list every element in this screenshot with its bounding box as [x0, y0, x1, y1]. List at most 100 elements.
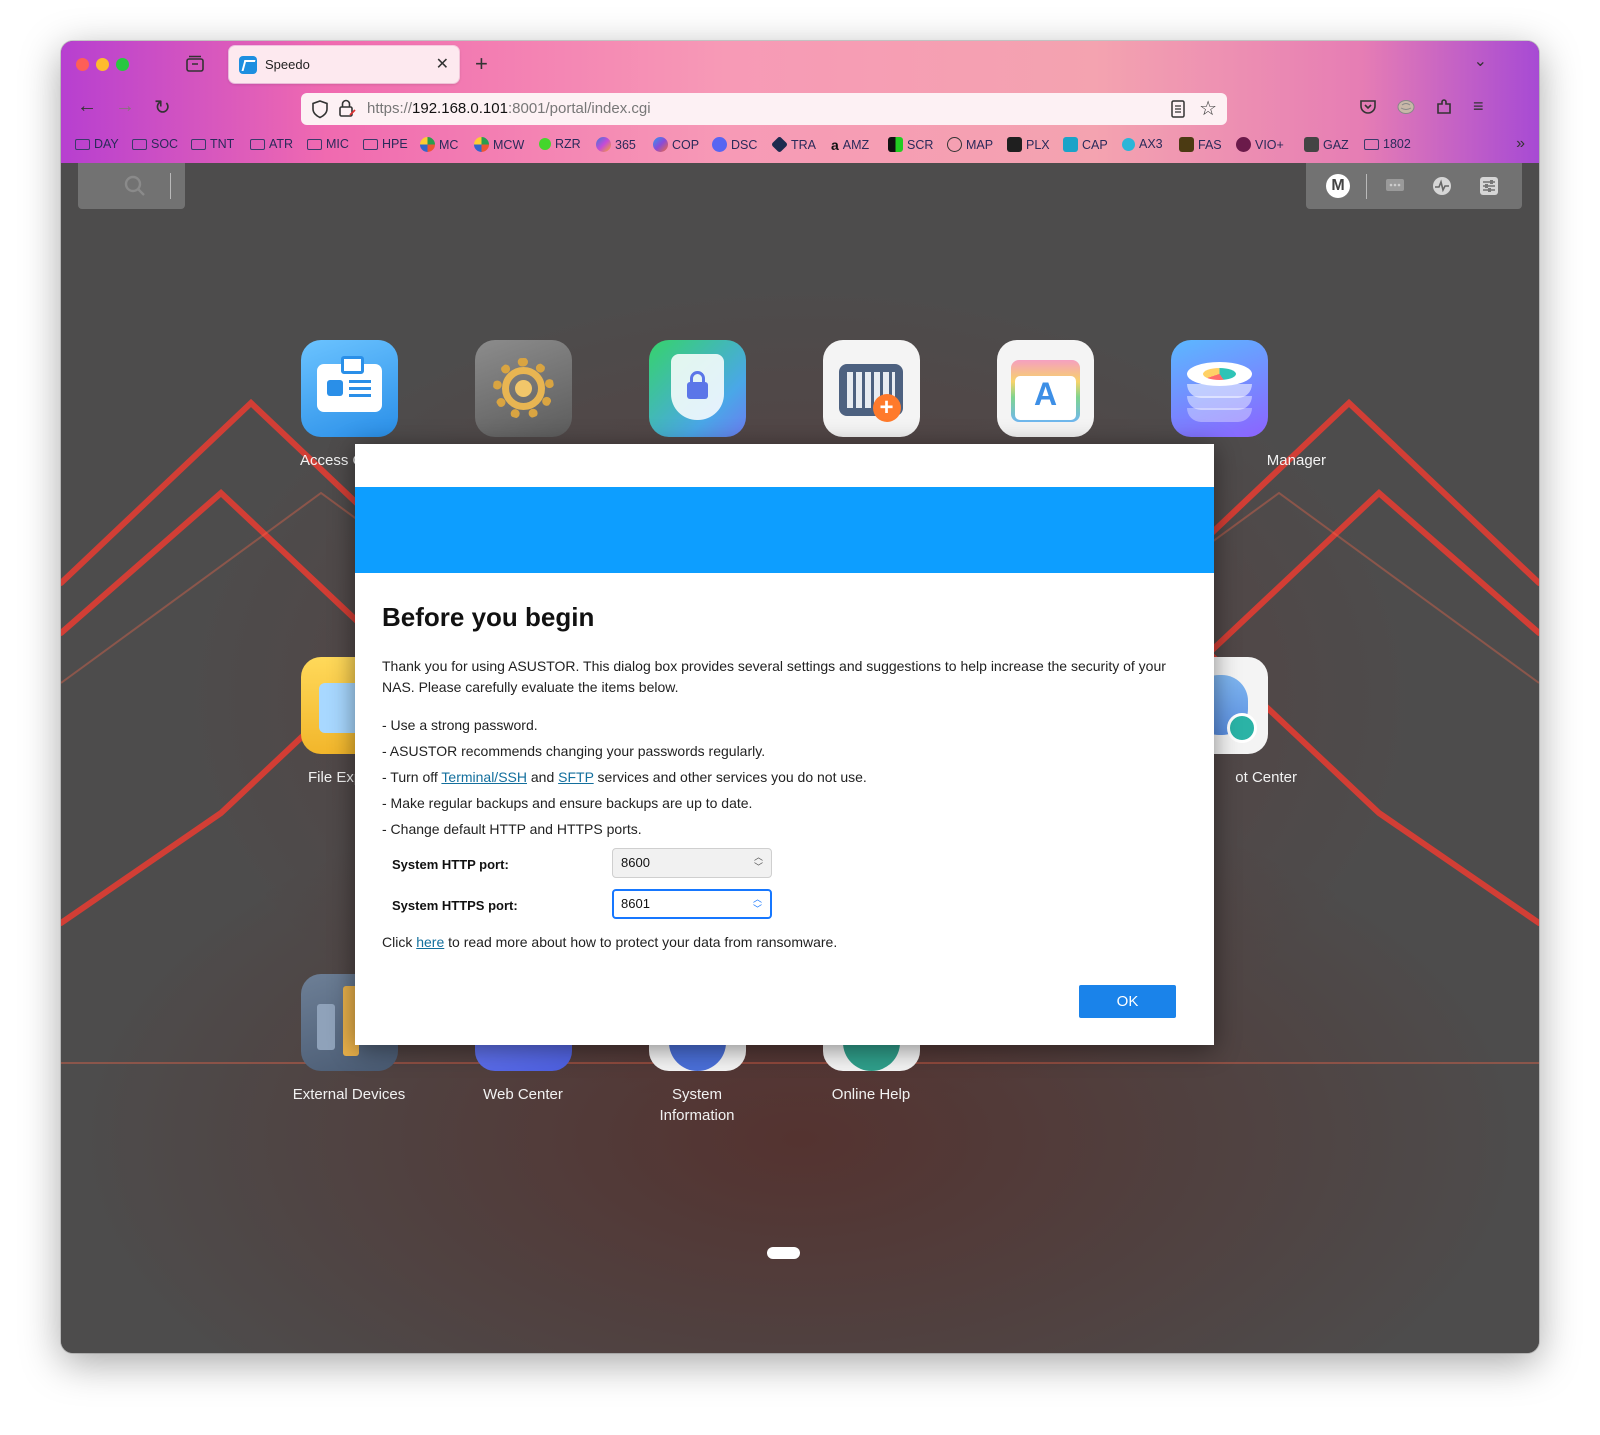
bookmark-cap[interactable]: CAP [1063, 137, 1108, 152]
vio-favicon-icon [1236, 137, 1251, 152]
tip-change-ports: - Change default HTTP and HTTPS ports. [382, 821, 642, 837]
activity-monitor-icon[interactable] [1431, 175, 1453, 197]
app-label: Online Help [831, 1086, 911, 1103]
bookmark-label: 1802 [1383, 137, 1411, 151]
app-app-central[interactable]: A [965, 340, 1125, 450]
bookmark-label: HPE [382, 137, 408, 151]
new-tab-button[interactable]: + [475, 51, 488, 77]
bookmark-plx[interactable]: PLX [1007, 137, 1050, 152]
bookmark-label: TNT [210, 137, 235, 151]
bookmark-folder-mic[interactable]: MIC [307, 137, 349, 151]
asustor-favicon-icon [239, 56, 257, 74]
scr-favicon-icon [888, 137, 903, 152]
bookmark-star-icon[interactable]: ☆ [1199, 96, 1217, 121]
https-port-stepper[interactable]: ︿ ﹀ [753, 894, 762, 914]
extension-brain-icon[interactable] [1395, 96, 1417, 118]
bookmark-map[interactable]: MAP [947, 137, 993, 152]
app-label: System Information [659, 1086, 735, 1124]
bookmark-dsc[interactable]: DSC [712, 137, 757, 152]
bookmark-folder-hpe[interactable]: HPE [363, 137, 408, 151]
tab-close-icon[interactable]: ✕ [436, 54, 449, 74]
mc-favicon-icon [420, 137, 435, 152]
bookmark-folder-1802[interactable]: 1802 [1364, 137, 1411, 151]
message-icon[interactable] [1384, 175, 1406, 197]
double-chevron-right-icon[interactable]: » [1516, 135, 1525, 153]
tip-turn-off-services: - Turn off Terminal/SSH and SFTP service… [382, 764, 1192, 790]
url-text[interactable]: https://192.168.0.101:8001/portal/index.… [367, 100, 651, 117]
minimize-window-button[interactable] [96, 58, 109, 71]
navigation-bar: ← → ↻ https://192.168.0.101:8001/portal/… [61, 89, 1539, 129]
nas-device-icon: + [822, 340, 920, 437]
page-indicator[interactable] [767, 1247, 800, 1259]
tab-speedo[interactable]: Speedo ✕ [229, 46, 459, 83]
bookmark-amz[interactable]: a AMZ [831, 137, 869, 153]
bookmark-folder-atr[interactable]: ATR [250, 137, 293, 151]
app-storage-manager[interactable]: + [791, 340, 951, 450]
bookmark-rzr[interactable]: RZR [539, 137, 581, 151]
bookmark-folder-soc[interactable]: SOC [132, 137, 178, 151]
app-settings[interactable] [443, 340, 603, 450]
back-button[interactable]: ← [77, 95, 97, 118]
search-panel [78, 163, 185, 209]
bookmark-folder-day[interactable]: DAY [75, 137, 119, 151]
fas-favicon-icon [1179, 137, 1194, 152]
bookmark-label: SCR [907, 137, 934, 152]
bookmarks-toolbar: DAY SOC TNT ATR MIC HPE MC MCW RZR 365 C… [61, 129, 1539, 163]
bookmark-fas[interactable]: FAS [1179, 137, 1222, 152]
shield-icon[interactable] [311, 99, 329, 119]
bookmark-label: GAZ [1323, 137, 1349, 152]
bookmark-label: MIC [326, 137, 349, 151]
reader-view-icon[interactable] [1169, 99, 1187, 119]
bookmark-label: AMZ [842, 138, 870, 152]
search-icon[interactable] [123, 174, 147, 198]
footer-text: to read more about how to protect your d… [444, 934, 838, 950]
amazon-favicon-icon: a [831, 137, 839, 153]
bookmark-mc[interactable]: MC [420, 137, 458, 152]
bookmark-label: DSC [731, 137, 758, 152]
settings-sliders-icon[interactable] [1478, 175, 1500, 197]
user-avatar[interactable]: M [1326, 174, 1350, 198]
https-port-input[interactable]: 8601 ︿ ﹀ [612, 889, 772, 919]
http-port-stepper[interactable]: ︿ ﹀ [754, 852, 763, 872]
ransomware-here-link[interactable]: here [416, 934, 444, 950]
tip-text: and [527, 769, 559, 785]
app-label: Web Center [483, 1086, 563, 1103]
before-you-begin-dialog: Before you begin Thank you for using ASU… [355, 444, 1214, 1045]
reload-button[interactable]: ↻ [154, 95, 171, 120]
http-port-value: 8600 [621, 855, 650, 870]
bookmark-label: DAY [94, 137, 119, 151]
ok-button[interactable]: OK [1079, 985, 1176, 1018]
sftp-link[interactable]: SFTP [558, 769, 594, 785]
bookmark-ax3[interactable]: AX3 [1122, 137, 1163, 151]
pocket-icon[interactable] [1357, 96, 1379, 118]
bookmark-mcw[interactable]: MCW [474, 137, 524, 152]
discord-favicon-icon [712, 137, 727, 152]
top-right-toolbar: M [1306, 163, 1522, 209]
bookmark-vio[interactable]: VIO+ [1236, 137, 1284, 152]
bookmark-gaz[interactable]: GAZ [1304, 137, 1349, 152]
bookmark-tra[interactable]: TRA [771, 136, 816, 153]
close-window-button[interactable] [76, 58, 89, 71]
bookmark-365[interactable]: 365 [596, 137, 636, 152]
bookmark-scr[interactable]: SCR [888, 137, 933, 152]
bookmark-folder-tnt[interactable]: TNT [191, 137, 234, 151]
forward-button[interactable]: → [115, 95, 135, 118]
plex-favicon-icon [1007, 137, 1022, 152]
http-port-input[interactable]: 8600 ︿ ﹀ [612, 848, 772, 878]
app-security-advisor[interactable] [617, 340, 777, 450]
bookmark-cop[interactable]: COP [653, 137, 699, 152]
tab-bar: Speedo ✕ + ⌄ [61, 41, 1539, 89]
dialog-intro-text: Thank you for using ASUSTOR. This dialog… [382, 658, 1166, 695]
menu-hamburger-icon[interactable]: ≡ [1473, 96, 1484, 117]
zoom-window-button[interactable] [116, 58, 129, 71]
extensions-puzzle-icon[interactable] [1433, 96, 1455, 118]
url-bar[interactable]: https://192.168.0.101:8001/portal/index.… [301, 93, 1227, 125]
http-port-label: System HTTP port: [392, 857, 509, 872]
nas-desktop: M Access C + A Manager File Exp ot Cente… [61, 163, 1539, 1353]
bookmark-label: RZR [555, 137, 581, 151]
chevron-down-icon[interactable]: ⌄ [1474, 51, 1487, 71]
terminal-ssh-link[interactable]: Terminal/SSH [441, 769, 527, 785]
lock-icon[interactable] [337, 98, 357, 118]
tab-list-icon[interactable] [185, 54, 205, 74]
dialog-title: Before you begin [382, 602, 595, 632]
